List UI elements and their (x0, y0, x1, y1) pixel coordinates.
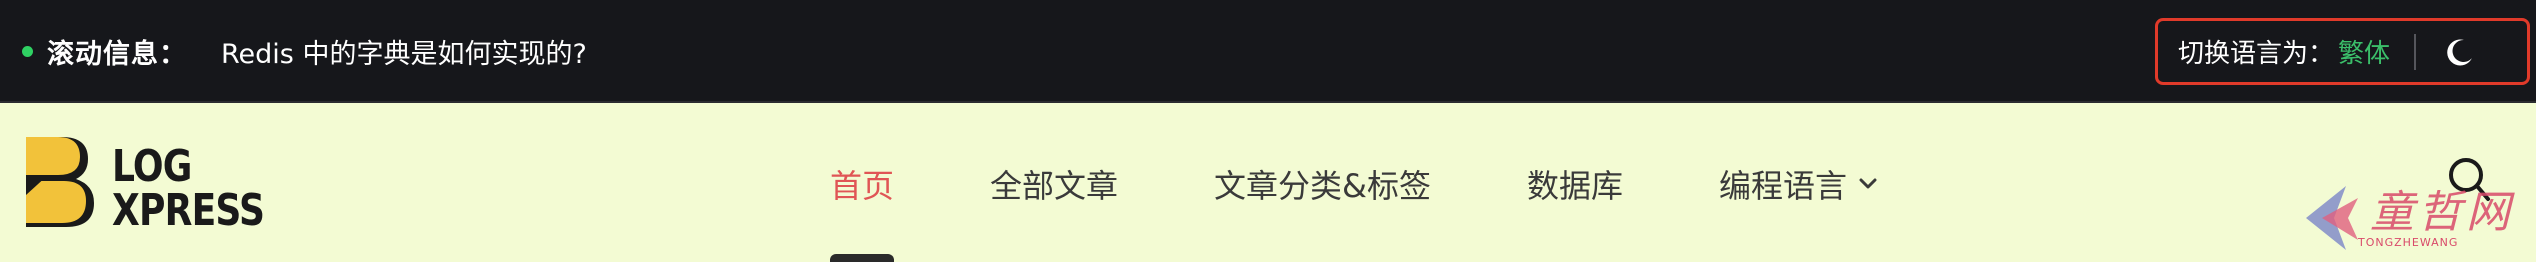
nav-item-programming-languages[interactable]: 编程语言 (1719, 105, 1877, 262)
status-dot-icon (22, 46, 33, 57)
nav-item-categories-tags[interactable]: 文章分类&标签 (1214, 105, 1431, 262)
site-header: LOG XPRESS 首页 全部文章 文章分类&标签 数据库 编程语言 童哲网 … (0, 105, 2536, 262)
nav-item-label: 全部文章 (990, 166, 1119, 205)
moon-icon[interactable] (2440, 32, 2480, 72)
ticker-label: 滚动信息： (47, 39, 187, 70)
news-ticker: 滚动信息： Redis 中的字典是如何实现的? (22, 0, 587, 103)
watermark-text: 童哲网 (2370, 187, 2514, 238)
nav-item-database[interactable]: 数据库 (1527, 105, 1623, 262)
chevron-down-icon (1859, 178, 1877, 190)
logo-text-bottom: XPRESS (112, 185, 265, 236)
nav-item-label: 文章分类&标签 (1214, 166, 1431, 205)
nav-item-home[interactable]: 首页 (830, 105, 894, 262)
nav-item-label: 编程语言 (1719, 166, 1848, 205)
ticker-message-link[interactable]: Redis 中的字典是如何实现的? (221, 32, 587, 71)
language-switcher: 切换语言为： 繁体 (2155, 18, 2530, 85)
nav-item-label: 数据库 (1527, 166, 1624, 205)
logo-mark-icon (26, 137, 94, 227)
nav-item-all-articles[interactable]: 全部文章 (990, 105, 1118, 262)
active-indicator (830, 254, 894, 262)
language-label: 切换语言为： (2178, 39, 2335, 69)
main-nav: 首页 全部文章 文章分类&标签 数据库 编程语言 (830, 105, 1973, 262)
watermark-subtext: TONGZHEWANG (2358, 236, 2459, 249)
language-toggle-link[interactable]: 繁体 (2338, 33, 2390, 70)
nav-item-label: 首页 (830, 166, 895, 205)
divider (2414, 33, 2417, 70)
site-logo[interactable]: LOG XPRESS (22, 135, 292, 236)
top-bar: 滚动信息： Redis 中的字典是如何实现的? 切换语言为： 繁体 (0, 0, 2536, 103)
watermark-logo: 童哲网 TONGZHEWANG (2298, 168, 2536, 262)
